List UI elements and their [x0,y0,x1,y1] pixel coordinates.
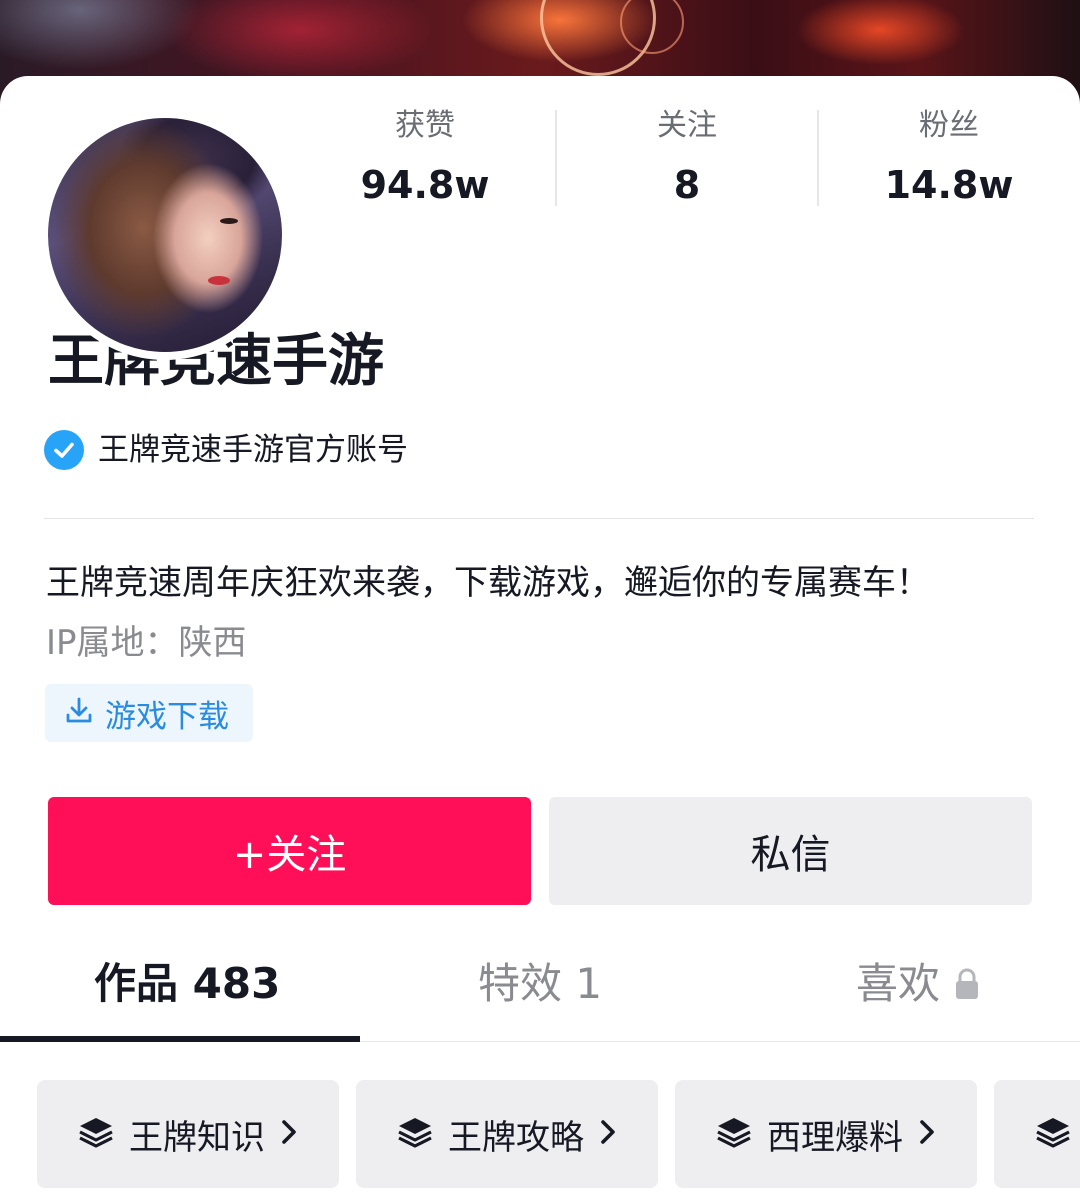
stat-value: 8 [673,163,701,207]
tab-likes-label: 喜欢 [856,959,941,1008]
collection-chip[interactable]: 王牌攻略 [356,1080,658,1188]
collection-label: 王牌攻略 [448,1117,584,1158]
game-download-tag[interactable]: 游戏下载 [45,684,253,742]
verified-check-icon [44,430,84,470]
stat-value: 14.8w [884,163,1014,207]
collection-label: 王牌知识 [129,1117,265,1158]
profile-bio: 王牌竞速周年庆狂欢来袭，下载游戏，邂逅你的专属赛车！ [46,563,930,603]
chevron-right-icon [279,1117,299,1151]
avatar[interactable] [40,110,290,360]
chevron-right-icon [917,1117,937,1151]
tab-likes[interactable]: 喜欢 [856,954,980,1014]
stat-label: 关注 [657,108,717,143]
layers-icon [1034,1113,1072,1155]
stat-followers[interactable]: 粉丝 14.8w [818,106,1080,210]
avatar-image [48,118,282,352]
avatar-detail [208,276,230,285]
active-tab-indicator [0,1036,360,1042]
verification-row: 王牌竞速手游官方账号 [44,430,408,470]
message-button[interactable]: 私信 [549,797,1032,905]
profile-card: 获赞 94.8w 关注 8 粉丝 14.8w 王牌竞速手游 王牌竞速手游官方账号… [0,76,1080,1204]
profile-page: 获赞 94.8w 关注 8 粉丝 14.8w 王牌竞速手游 王牌竞速手游官方账号… [0,0,1080,1204]
section-divider [44,518,1034,519]
collection-chip-partial[interactable] [994,1080,1080,1188]
layers-icon [396,1113,434,1155]
layers-icon [77,1113,115,1155]
layers-icon [715,1113,753,1155]
ip-location: IP属地：陕西 [46,623,247,663]
stat-following[interactable]: 关注 8 [556,106,818,210]
verification-label: 王牌竞速手游官方账号 [98,432,408,468]
avatar-detail [220,218,238,224]
chevron-right-icon [598,1117,618,1151]
collection-label: 西理爆料 [767,1117,903,1158]
stat-label: 粉丝 [919,108,979,143]
collection-chip[interactable]: 西理爆料 [675,1080,977,1188]
collection-chip[interactable]: 王牌知识 [37,1080,339,1188]
tab-works[interactable]: 作品 483 [94,954,280,1014]
download-tag-label: 游戏下载 [105,698,229,735]
stat-label: 获赞 [395,108,455,143]
stat-value: 94.8w [360,163,490,207]
stat-likes[interactable]: 获赞 94.8w [294,106,556,210]
download-icon [63,695,95,731]
follow-button[interactable]: +关注 [48,797,531,905]
tab-effects[interactable]: 特效 1 [478,954,602,1014]
lock-icon [954,967,980,1001]
